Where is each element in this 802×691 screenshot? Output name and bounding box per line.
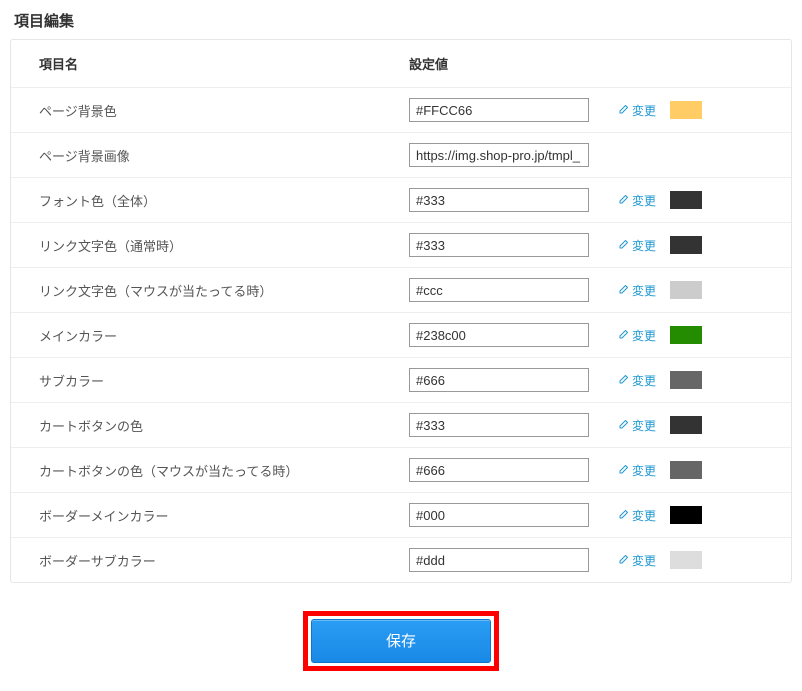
color-swatch [670, 101, 702, 119]
change-label: 変更 [632, 552, 656, 569]
settings-table: 項目名 設定値 ページ背景色変更ページ背景画像フォント色（全体）変更リンク文字色… [11, 40, 791, 582]
value-input[interactable] [409, 503, 589, 527]
table-row: メインカラー 変更 [11, 313, 791, 358]
edit-icon [617, 464, 629, 476]
change-link[interactable]: 変更 [617, 237, 656, 254]
row-value-cell: 変更 [381, 178, 791, 223]
change-link[interactable]: 変更 [617, 372, 656, 389]
row-label: ページ背景色 [11, 88, 381, 133]
change-link[interactable]: 変更 [617, 327, 656, 344]
color-swatch [670, 326, 702, 344]
edit-icon [617, 374, 629, 386]
row-value-cell: 変更 [381, 493, 791, 538]
color-swatch [670, 506, 702, 524]
value-input[interactable] [409, 278, 589, 302]
color-swatch [670, 281, 702, 299]
row-label: リンク文字色（マウスが当たってる時） [11, 268, 381, 313]
edit-icon [617, 104, 629, 116]
value-input[interactable] [409, 368, 589, 392]
save-highlight-box: 保存 [303, 611, 499, 671]
row-label: ページ背景画像 [11, 133, 381, 178]
row-label: ボーダーメインカラー [11, 493, 381, 538]
row-value-cell: 変更 [381, 538, 791, 583]
value-input[interactable] [409, 188, 589, 212]
value-input[interactable] [409, 548, 589, 572]
color-swatch [670, 371, 702, 389]
change-label: 変更 [632, 282, 656, 299]
save-area: 保存 [0, 583, 802, 691]
table-row: ボーダーサブカラー 変更 [11, 538, 791, 583]
table-row: サブカラー 変更 [11, 358, 791, 403]
table-row: リンク文字色（マウスが当たってる時） 変更 [11, 268, 791, 313]
edit-icon [617, 509, 629, 521]
edit-icon [617, 554, 629, 566]
table-row: カートボタンの色（マウスが当たってる時） 変更 [11, 448, 791, 493]
row-value-cell: 変更 [381, 313, 791, 358]
row-value-cell: 変更 [381, 403, 791, 448]
change-link[interactable]: 変更 [617, 552, 656, 569]
table-row: リンク文字色（通常時） 変更 [11, 223, 791, 268]
change-link[interactable]: 変更 [617, 462, 656, 479]
color-swatch [670, 236, 702, 254]
change-label: 変更 [632, 462, 656, 479]
change-label: 変更 [632, 192, 656, 209]
col-header-value: 設定値 [381, 40, 791, 88]
row-label: サブカラー [11, 358, 381, 403]
edit-icon [617, 239, 629, 251]
table-row: ページ背景色 変更 [11, 88, 791, 133]
value-input[interactable] [409, 143, 589, 167]
change-label: 変更 [632, 507, 656, 524]
row-value-cell: 変更 [381, 88, 791, 133]
change-link[interactable]: 変更 [617, 192, 656, 209]
edit-icon [617, 329, 629, 341]
row-value-cell [381, 133, 791, 178]
change-link[interactable]: 変更 [617, 282, 656, 299]
row-label: リンク文字色（通常時） [11, 223, 381, 268]
color-swatch [670, 461, 702, 479]
row-label: ボーダーサブカラー [11, 538, 381, 583]
change-label: 変更 [632, 237, 656, 254]
row-label: カートボタンの色（マウスが当たってる時） [11, 448, 381, 493]
table-row: カートボタンの色 変更 [11, 403, 791, 448]
row-label: カートボタンの色 [11, 403, 381, 448]
row-label: フォント色（全体） [11, 178, 381, 223]
edit-icon [617, 194, 629, 206]
table-row: フォント色（全体） 変更 [11, 178, 791, 223]
col-header-name: 項目名 [11, 40, 381, 88]
value-input[interactable] [409, 413, 589, 437]
value-input[interactable] [409, 323, 589, 347]
table-row: ページ背景画像 [11, 133, 791, 178]
row-label: メインカラー [11, 313, 381, 358]
change-link[interactable]: 変更 [617, 102, 656, 119]
page-title: 項目編集 [0, 0, 802, 39]
change-label: 変更 [632, 372, 656, 389]
settings-panel: 項目名 設定値 ページ背景色変更ページ背景画像フォント色（全体）変更リンク文字色… [10, 39, 792, 583]
color-swatch [670, 191, 702, 209]
value-input[interactable] [409, 233, 589, 257]
save-button[interactable]: 保存 [311, 619, 491, 663]
row-value-cell: 変更 [381, 358, 791, 403]
edit-icon [617, 284, 629, 296]
row-value-cell: 変更 [381, 268, 791, 313]
change-link[interactable]: 変更 [617, 417, 656, 434]
value-input[interactable] [409, 98, 589, 122]
row-value-cell: 変更 [381, 448, 791, 493]
change-link[interactable]: 変更 [617, 507, 656, 524]
color-swatch [670, 551, 702, 569]
change-label: 変更 [632, 102, 656, 119]
change-label: 変更 [632, 327, 656, 344]
value-input[interactable] [409, 458, 589, 482]
table-row: ボーダーメインカラー 変更 [11, 493, 791, 538]
row-value-cell: 変更 [381, 223, 791, 268]
color-swatch [670, 416, 702, 434]
edit-icon [617, 419, 629, 431]
change-label: 変更 [632, 417, 656, 434]
